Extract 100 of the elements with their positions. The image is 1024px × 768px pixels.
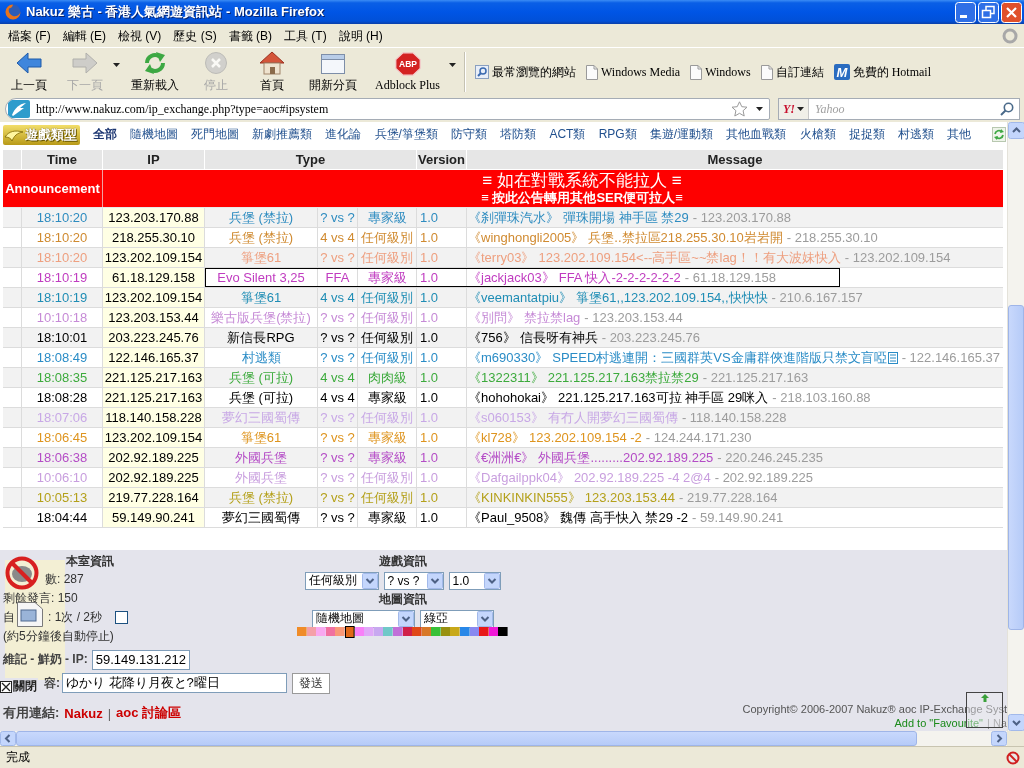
color-swatch-icon[interactable] — [335, 627, 345, 636]
category-link[interactable]: 防守類 — [444, 126, 494, 143]
bookmark-link[interactable]: 最常瀏覽的網站 — [470, 63, 581, 81]
ip-input-field[interactable]: 59.149.131.212 — [91, 649, 190, 670]
color-swatch-icon[interactable] — [421, 627, 432, 636]
menu-item[interactable]: 歷史 (S) — [167, 25, 223, 46]
color-swatch-icon[interactable] — [354, 627, 365, 636]
restore-button[interactable] — [978, 1, 999, 23]
scrollbar-thumb[interactable] — [1008, 305, 1024, 630]
bookmark-label[interactable]: 免費的 Hotmail — [852, 63, 932, 81]
source-ip: - 210.6.167.157 — [771, 289, 863, 307]
category-link[interactable]: 兵堡/箏堡類 — [367, 126, 445, 143]
color-swatch-icon[interactable] — [450, 627, 461, 636]
search-field[interactable]: Y! Yahoo — [778, 98, 1020, 120]
bookmark-link[interactable]: 自訂連結 — [755, 63, 829, 81]
category-link[interactable]: 進化論 — [318, 126, 368, 143]
color-swatch-icon[interactable] — [412, 627, 422, 636]
scroll-left-button[interactable] — [0, 731, 16, 746]
color-swatch-icon[interactable] — [488, 627, 499, 636]
page-icon — [586, 64, 598, 80]
dropdown[interactable]: ? vs ? — [383, 571, 444, 590]
reload-button[interactable]: 重新載入 — [126, 48, 184, 96]
category-link[interactable]: 塔防類 — [493, 126, 543, 143]
close-button[interactable]: 關閉 — [0, 678, 38, 695]
dropdown[interactable]: 任何級別 — [304, 571, 379, 590]
vertical-scrollbar[interactable] — [1007, 122, 1024, 731]
category-link[interactable]: 火槍類 — [792, 126, 843, 143]
category-link[interactable]: RPG類 — [592, 126, 644, 143]
color-swatch-icon[interactable] — [440, 627, 451, 636]
menu-item[interactable]: 檔案 (F) — [2, 25, 57, 46]
no-sign-icon[interactable] — [1006, 750, 1020, 765]
new-tab-button[interactable]: 開新分頁 — [304, 48, 362, 96]
refresh-icon[interactable] — [992, 127, 1006, 142]
menu-item[interactable]: 編輯 (E) — [56, 25, 112, 46]
address-field[interactable]: http://www.nakuz.com/ip_exchange.php?type=aoc#ipsystem — [5, 98, 770, 120]
bookmark-label[interactable]: Windows — [705, 64, 751, 80]
announcement-line[interactable]: ≡ 如在對戰系統不能拉人 ≡ — [482, 171, 682, 190]
category-link[interactable]: 隨機地圖 — [123, 126, 185, 143]
category-link[interactable]: 村逃類 — [891, 126, 941, 143]
category-link[interactable]: 全部 — [86, 126, 124, 143]
scroll-up-button[interactable] — [1008, 122, 1024, 139]
level-cell: 任何級別 — [358, 488, 417, 507]
search-icon[interactable] — [1000, 102, 1014, 116]
color-swatch-icon[interactable] — [431, 627, 441, 636]
color-swatch-icon[interactable] — [402, 627, 413, 636]
scroll-down-button[interactable] — [1008, 714, 1024, 731]
dropdown[interactable]: 綠亞 — [419, 609, 494, 628]
back-button[interactable]: 上一頁 — [5, 48, 53, 96]
color-swatch-icon[interactable] — [469, 627, 480, 636]
color-swatch-icon[interactable] — [364, 627, 374, 636]
category-link[interactable]: 死門地圖 — [184, 126, 246, 143]
category-link[interactable]: 捉捉類 — [842, 126, 892, 143]
menu-item[interactable]: 書籤 (B) — [222, 25, 279, 46]
color-swatch-icon[interactable] — [383, 627, 393, 636]
minimize-button[interactable] — [955, 1, 976, 23]
message-input-field[interactable]: ゆかり 花降り月夜と?曜日 — [62, 673, 287, 693]
menu-item[interactable]: 檢視 (V) — [112, 25, 168, 46]
bookmark-label[interactable]: 最常瀏覽的網站 — [492, 63, 576, 81]
category-link[interactable]: 集遊/運動類 — [643, 126, 720, 143]
send-button[interactable]: 發送 — [292, 672, 330, 694]
dropdown-caret-icon[interactable] — [756, 107, 763, 111]
bookmark-label[interactable]: 自訂連結 — [775, 63, 824, 81]
dropdown[interactable]: 1.0 — [448, 571, 501, 590]
home-button[interactable]: 首頁 — [248, 48, 296, 96]
bookmark-label[interactable]: Windows Media — [601, 64, 681, 80]
adblock-button[interactable]: ABP Adblock Plus — [370, 49, 445, 95]
announcement-banner[interactable]: ≡ 如在對戰系統不能拉人 ≡ ≡ 按此公告轉用其他SER便可拉人≡ — [103, 170, 1003, 207]
close-window-button[interactable] — [1001, 1, 1022, 23]
bookmark-link[interactable]: Windows Media — [581, 64, 686, 80]
bookmark-link[interactable]: Windows — [685, 64, 756, 80]
category-link[interactable]: 其他 — [940, 126, 978, 143]
scroll-right-button[interactable] — [991, 731, 1007, 746]
footer-link[interactable]: aoc 討論區 — [116, 704, 182, 722]
footer-link[interactable]: Nakuz — [64, 705, 103, 721]
color-swatch-icon[interactable] — [498, 627, 509, 636]
color-swatch-icon[interactable] — [316, 627, 326, 636]
bookmark-link[interactable]: M 免費的 Hotmail — [828, 63, 937, 81]
dropdown[interactable]: 隨機地圖 — [311, 609, 415, 628]
checkbox[interactable] — [115, 611, 129, 624]
level-cell: 專家級 — [358, 268, 417, 287]
house-icon — [259, 50, 285, 75]
category-link[interactable]: 新劇推薦類 — [245, 126, 319, 143]
color-swatch-icon[interactable] — [344, 625, 355, 638]
menu-item[interactable]: 說明 (H) — [332, 25, 389, 46]
color-swatch-icon[interactable] — [479, 627, 489, 636]
color-swatch-icon[interactable] — [460, 627, 470, 636]
dropdown-caret-icon[interactable] — [449, 63, 456, 67]
color-swatch-icon[interactable] — [392, 627, 403, 636]
menu-item[interactable]: 工具 (T) — [278, 25, 333, 46]
dropdown-caret-icon[interactable] — [797, 107, 804, 111]
category-link[interactable]: 其他血戰類 — [719, 126, 793, 143]
announcement-line[interactable]: ≡ 按此公告轉用其他SER便可拉人≡ — [481, 190, 683, 206]
color-swatch-icon[interactable] — [296, 627, 307, 636]
color-swatch-icon[interactable] — [373, 627, 384, 636]
search-engine-button[interactable]: Y! — [779, 99, 809, 119]
version-cell: 1.0 — [417, 428, 467, 447]
color-swatch-icon[interactable] — [306, 627, 317, 636]
star-icon[interactable] — [731, 101, 748, 117]
color-swatch-icon[interactable] — [325, 627, 336, 636]
category-link[interactable]: ACT類 — [542, 126, 593, 143]
